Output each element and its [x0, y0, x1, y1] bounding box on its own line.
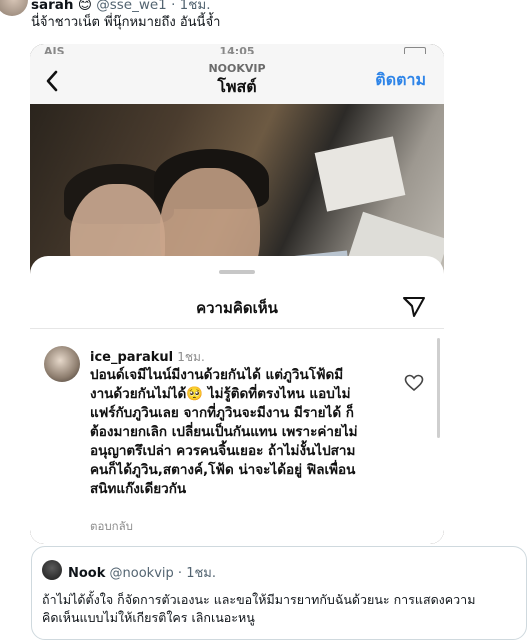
comment-line: คนก็ได้ภูวิน,สตางค์,โฟ้ด น่าจะได้อยู่ ฟิ…	[90, 462, 356, 478]
comment-header: ice_parakul 1ชม.	[90, 348, 205, 367]
quoted-dot-separator: ·	[177, 566, 183, 581]
quoted-header: Nook @nookvip · 1ชม.	[68, 562, 216, 583]
comment-line: สนิทแก๊งเดียวกัน	[90, 481, 187, 497]
quoted-line: คิดเห็นแบบไม่ให้เกียรติใคร เลิกเนอะหนู	[42, 610, 255, 625]
scrollbar[interactable]	[437, 338, 440, 438]
comment-line: ปอนด์เจมีไนน์มีงานด้วยกันได้ แต่ภูวินโฟ้…	[90, 367, 344, 383]
quoted-text: ถ้าไม่ได้ตั้งใจ ก็จัดการตัวเองนะ และขอให…	[42, 591, 475, 627]
commenter-avatar[interactable]	[44, 346, 80, 382]
post-nav-bar: NOOKVIP โพสต์ ติดตาม	[30, 54, 444, 104]
send-icon[interactable]	[402, 296, 426, 318]
quoted-tweet[interactable]: Nook @nookvip · 1ชม. ถ้าไม่ได้ตั้งใจ ก็จ…	[31, 546, 527, 640]
comment-line: อนุญาตรึเปล่า ควรคนจิ้นเยอะ ถ้าไม่งั้นไป…	[90, 443, 356, 459]
comment-text: ปอนด์เจมีไนน์มีงานด้วยกันได้ แต่ภูวินโฟ้…	[90, 366, 390, 499]
tweet-author-avatar[interactable]	[0, 0, 28, 16]
more-options-icon[interactable]: ···	[504, 0, 522, 7]
comment-line: งานด้วยกันไม่ได้🥺 ไม่รู้ติดที่ตรงไหน แอบ…	[90, 386, 351, 402]
sheet-grabber[interactable]	[219, 270, 255, 274]
heart-icon[interactable]	[404, 374, 424, 392]
photo-polaroid	[314, 136, 406, 212]
follow-button[interactable]: ติดตาม	[375, 68, 426, 93]
attached-screenshot[interactable]: AIS 14:05 NOOKVIP โพสต์ ติดตาม ความคิดเห…	[30, 44, 444, 544]
divider	[30, 328, 444, 329]
comment-time: 1ชม.	[177, 350, 205, 364]
quoted-line: ถ้าไม่ได้ตั้งใจ ก็จัดการตัวเองนะ และขอให…	[42, 592, 476, 607]
comments-sheet: ความคิดเห็น ice_parakul 1ชม. ปอนด์เจมีไน…	[30, 256, 444, 544]
comments-title: ความคิดเห็น	[196, 299, 278, 317]
quoted-author-handle[interactable]: @nookvip	[110, 566, 174, 581]
comment-line: ต้องมายกเลิก เปลี่ยนเป็นกันแทน เพราะค่าย…	[90, 424, 358, 440]
comment-line: แฟร์กับภูวินเลย จากที่ภูวินจะมีงาน มีราย…	[90, 405, 354, 421]
reply-button[interactable]: ตอบกลับ	[90, 518, 133, 536]
quoted-author-avatar[interactable]	[42, 560, 62, 580]
tweet-text: นี่จ้าชาวเน็ต พี่นุ๊กหมายถึง อันนี้จ้ำ	[31, 15, 221, 30]
quoted-time: 1ชม.	[186, 566, 216, 581]
quoted-author-name[interactable]: Nook	[68, 566, 105, 581]
commenter-username[interactable]: ice_parakul	[90, 350, 173, 365]
